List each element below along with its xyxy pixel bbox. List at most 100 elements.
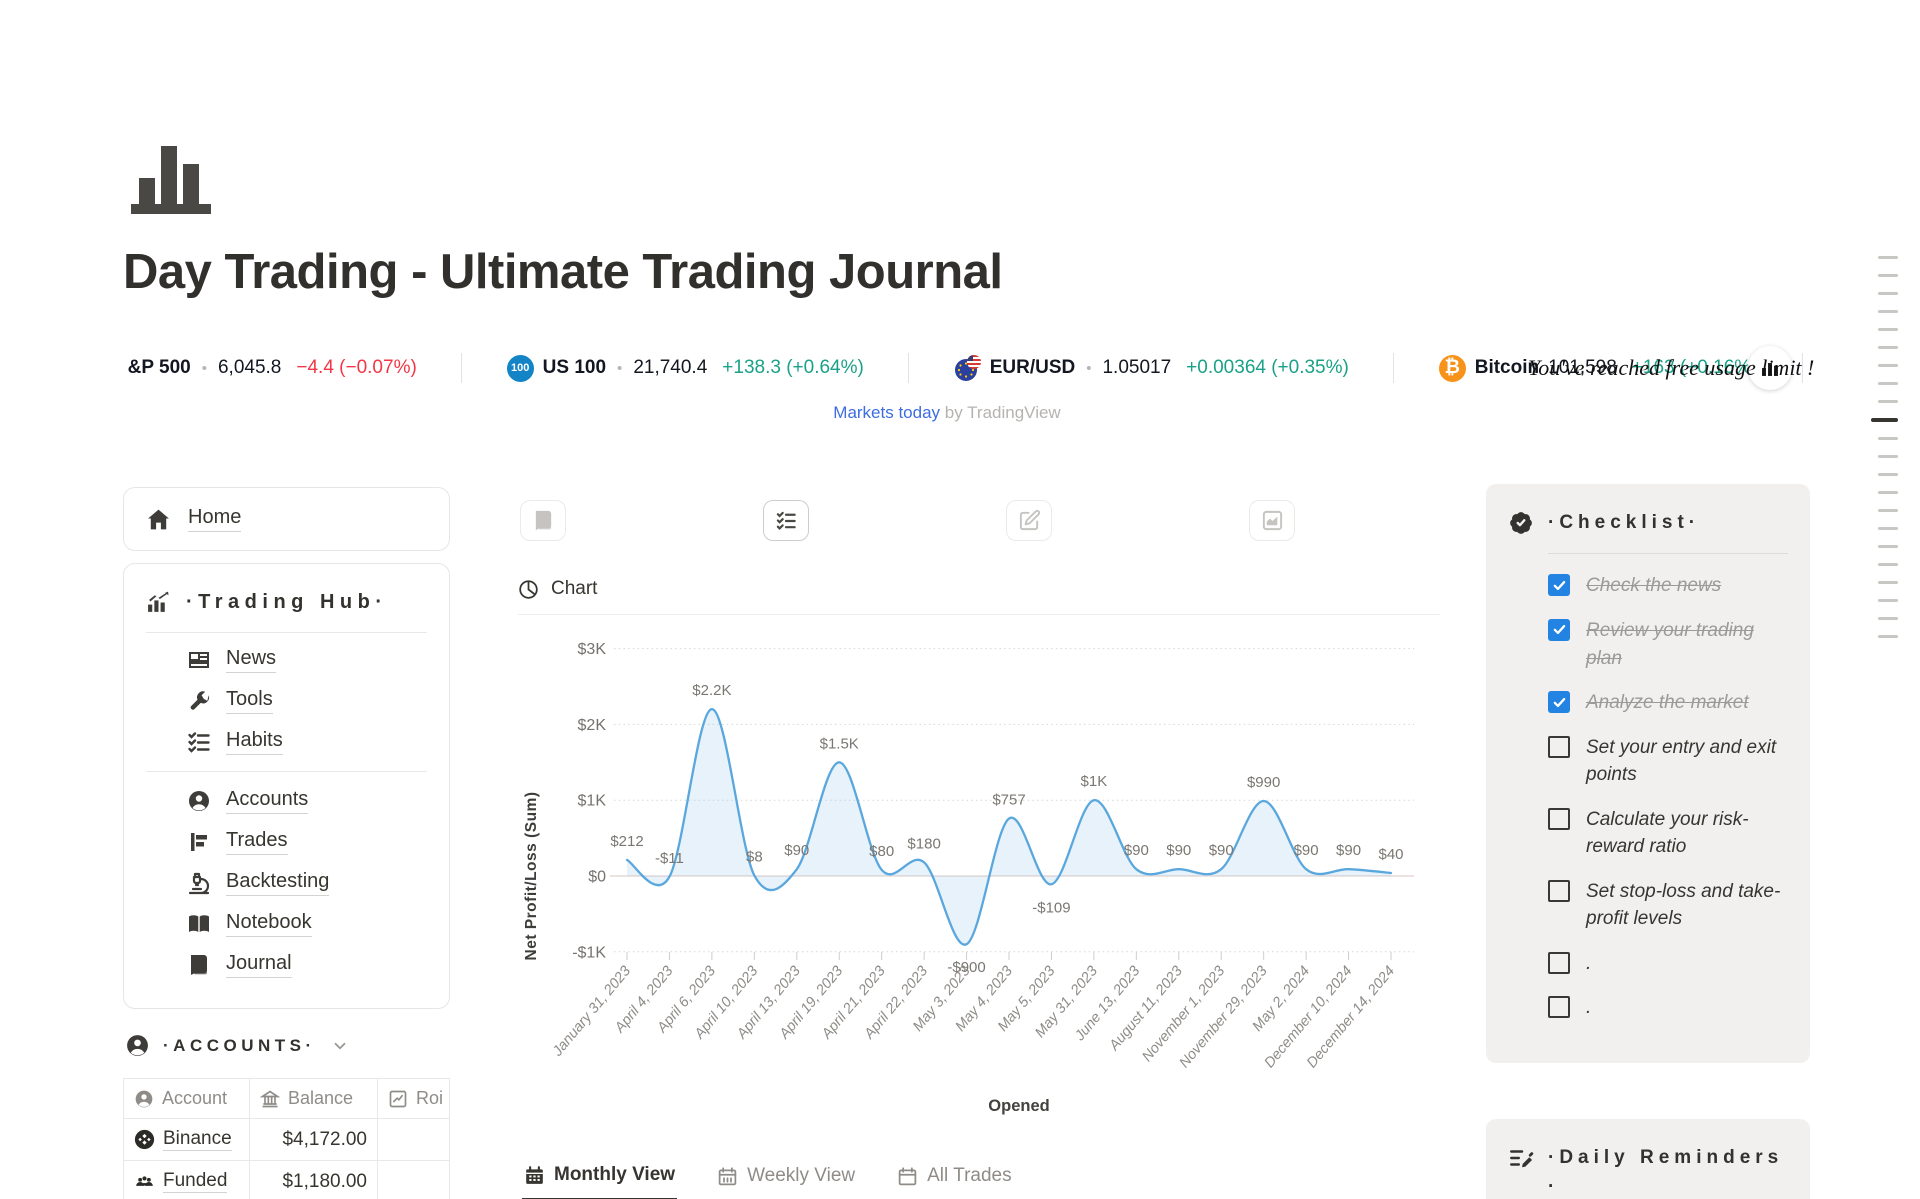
svg-text:Opened: Opened — [988, 1097, 1049, 1115]
checklist-item[interactable]: Set your entry and exit points — [1548, 734, 1788, 789]
outline-marker[interactable] — [1878, 545, 1898, 548]
checkbox-unchecked[interactable] — [1548, 736, 1570, 758]
checkbox-unchecked[interactable] — [1548, 952, 1570, 974]
open-book-icon — [187, 912, 211, 936]
main-content: Chart $3K$2K$1K$0-$1K$212-$11$2.2K$8$90$… — [518, 500, 1440, 1143]
sidebar-item-label[interactable]: Home — [188, 506, 241, 532]
ticker-item-sp500[interactable]: S&P 500 • 6,045.8 −4.4 (−0.07%) — [127, 357, 417, 379]
trading-hub-header: ·Trading Hub· — [146, 590, 427, 615]
sidebar-item-home[interactable]: Home — [146, 506, 427, 532]
outline-marker[interactable] — [1878, 364, 1898, 367]
checklist-item[interactable]: Set stop-loss and take-profit levels — [1548, 878, 1788, 933]
checkbox-unchecked[interactable] — [1548, 996, 1570, 1018]
sidebar-item-accounts[interactable]: Accounts — [187, 788, 427, 814]
daily-reminders-header: ·Daily Reminders· — [1508, 1143, 1788, 1199]
column-header-label: Roi — [416, 1088, 443, 1109]
outline-marker-active[interactable] — [1871, 418, 1898, 422]
sidebar-item-label[interactable]: Tools — [226, 688, 273, 714]
checkbox-unchecked[interactable] — [1548, 808, 1570, 830]
column-header-roi[interactable]: Roi — [378, 1079, 449, 1118]
column-header-label: Balance — [288, 1088, 353, 1109]
tab-all-trades[interactable]: All Trades — [895, 1158, 1013, 1199]
outline-marker[interactable] — [1878, 473, 1898, 476]
compose-view-button[interactable] — [1006, 500, 1052, 541]
chevron-down-icon[interactable] — [331, 1037, 349, 1055]
wrench-icon — [187, 689, 211, 713]
outline-marker[interactable] — [1878, 599, 1898, 602]
chart-view-button[interactable] — [1249, 500, 1295, 541]
divider — [1548, 553, 1788, 554]
accounts-section-header[interactable]: ·ACCOUNTS· — [125, 1033, 450, 1058]
sidebar-item-news[interactable]: News — [187, 647, 427, 673]
outline-marker[interactable] — [1878, 328, 1898, 331]
outline-marker[interactable] — [1878, 509, 1898, 512]
checklist-item[interactable]: . — [1548, 950, 1788, 978]
outline-marker[interactable] — [1878, 400, 1898, 403]
outline-marker[interactable] — [1878, 527, 1898, 530]
dot-separator: • — [202, 360, 207, 377]
outline-marker[interactable] — [1878, 581, 1898, 584]
checkbox-unchecked[interactable] — [1548, 880, 1570, 902]
tab-label: All Trades — [927, 1165, 1011, 1187]
outline-marker[interactable] — [1878, 256, 1898, 259]
sidebar-item-label[interactable]: Habits — [226, 729, 283, 755]
sidebar-item-backtesting[interactable]: Backtesting — [187, 870, 427, 896]
tab-label: Monthly View — [554, 1164, 675, 1186]
outline-marker[interactable] — [1878, 455, 1898, 458]
checklist-item[interactable]: Calculate your risk-reward ratio — [1548, 806, 1788, 861]
sidebar-item-notebook[interactable]: Notebook — [187, 911, 427, 937]
svg-text:$1K: $1K — [578, 793, 607, 810]
sidebar-item-label[interactable]: Backtesting — [226, 870, 329, 896]
outline-marker[interactable] — [1878, 617, 1898, 620]
checkbox-checked[interactable] — [1548, 691, 1570, 713]
outline-marker[interactable] — [1878, 382, 1898, 385]
sidebar-item-label[interactable]: News — [226, 647, 276, 673]
column-header-account[interactable]: Account — [124, 1079, 250, 1118]
checklist-item[interactable]: Analyze the market — [1548, 689, 1788, 717]
outline-marker[interactable] — [1878, 491, 1898, 494]
svg-text:$90: $90 — [1166, 842, 1191, 859]
markets-today-link[interactable]: Markets today — [833, 403, 940, 422]
outline-rail[interactable] — [1870, 256, 1898, 653]
svg-text:$90: $90 — [784, 842, 809, 859]
svg-text:$757: $757 — [992, 792, 1025, 809]
table-row-funded[interactable]: Funded $1,180.00 — [124, 1161, 449, 1199]
page-bar-chart-icon[interactable] — [127, 138, 223, 218]
checklist-item[interactable]: . — [1548, 994, 1788, 1022]
sidebar-item-habits[interactable]: Habits — [187, 729, 427, 755]
sidebar-item-label[interactable]: Accounts — [226, 788, 308, 814]
account-link[interactable]: Funded — [163, 1170, 227, 1193]
net-profit-loss-chart[interactable]: $3K$2K$1K$0-$1K$212-$11$2.2K$8$90$1.5K$8… — [518, 615, 1440, 1143]
tab-monthly-view[interactable]: Monthly View — [522, 1158, 677, 1199]
ticker-divider — [1393, 353, 1394, 383]
table-row-binance[interactable]: Binance $4,172.00 — [124, 1119, 449, 1161]
sidebar-item-label[interactable]: Notebook — [226, 911, 312, 937]
sidebar-item-tools[interactable]: Tools — [187, 688, 427, 714]
ticker-item-eurusd[interactable]: EUR/USD • 1.05017 +0.00364 (+0.35%) — [954, 355, 1349, 382]
ticker-item-us100[interactable]: 100 US 100 • 21,740.4 +138.3 (+0.64%) — [507, 355, 864, 382]
journal-view-button[interactable] — [520, 500, 566, 541]
sidebar-item-label[interactable]: Journal — [226, 952, 292, 978]
outline-marker[interactable] — [1878, 437, 1898, 440]
outline-marker[interactable] — [1878, 274, 1898, 277]
outline-marker[interactable] — [1878, 310, 1898, 313]
sidebar-item-trades[interactable]: Trades — [187, 829, 427, 855]
checkbox-checked[interactable] — [1548, 619, 1570, 641]
page-title: Day Trading - Ultimate Trading Journal — [123, 244, 1003, 300]
outline-marker[interactable] — [1878, 635, 1898, 638]
dot-separator: • — [617, 360, 622, 377]
tab-weekly-view[interactable]: Weekly View — [715, 1158, 857, 1199]
sidebar-item-journal[interactable]: Journal — [187, 952, 427, 978]
column-header-balance[interactable]: Balance — [250, 1079, 378, 1118]
checklist-view-button[interactable] — [763, 500, 809, 541]
svg-text:$90: $90 — [1209, 842, 1234, 859]
checkbox-checked[interactable] — [1548, 574, 1570, 596]
outline-marker[interactable] — [1878, 563, 1898, 566]
svg-text:-$109: -$109 — [1032, 899, 1070, 916]
checklist-item[interactable]: Check the news — [1548, 572, 1788, 600]
outline-marker[interactable] — [1878, 346, 1898, 349]
checklist-item[interactable]: Review your trading plan — [1548, 617, 1788, 672]
outline-marker[interactable] — [1878, 292, 1898, 295]
sidebar-item-label[interactable]: Trades — [226, 829, 288, 855]
account-link[interactable]: Binance — [163, 1128, 232, 1151]
